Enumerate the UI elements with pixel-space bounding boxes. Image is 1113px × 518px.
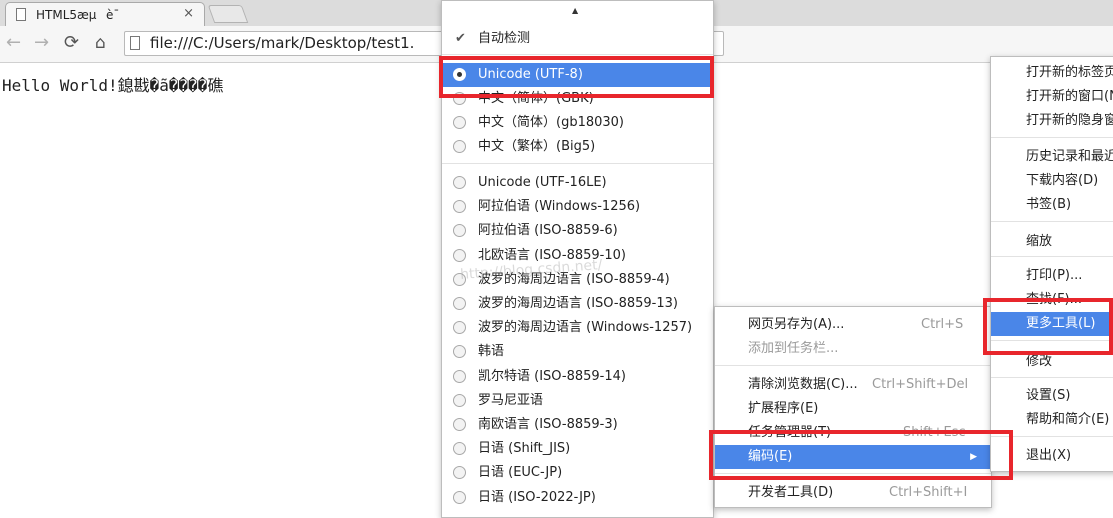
menu-item-extensions[interactable]: 扩展程序(E) [715,397,991,421]
menu-item-add-to-taskbar[interactable]: 添加到任务栏... [715,337,991,361]
radio-icon [453,490,466,504]
radio-icon [453,393,466,407]
menu-item-downloads[interactable]: 下载内容(D) [991,169,1113,193]
menu-item-settings[interactable]: 设置(S) [991,384,1113,408]
forward-arrow-icon[interactable]: → [34,32,49,53]
radio-icon [453,345,466,359]
menu-item-bookmarks[interactable]: 书签(B) [991,193,1113,217]
menu-item-zoom[interactable]: 缩放 [991,230,1113,254]
menu-item-encoding-option[interactable]: 阿拉伯语 (ISO-8859-6) [442,219,713,243]
radio-icon [453,321,466,335]
radio-icon [453,140,466,153]
menu-item-print[interactable]: 打印(P)... [991,264,1113,288]
page-favicon-icon [16,8,26,21]
menu-separator [991,377,1113,378]
menu-separator [442,54,713,55]
tab-title: HTML5æµè¯ [36,8,130,22]
radio-icon [453,248,466,262]
new-tab-button[interactable] [207,5,249,23]
radio-icon [453,116,466,129]
menu-item-help[interactable]: 帮助和简介(E) [991,408,1113,432]
radio-icon [453,176,466,189]
menu-item-gb18030[interactable]: 中文（简体）(gb18030) [442,111,713,135]
menu-item-encoding-option[interactable]: 日语 (Shift_JIS) [442,437,713,461]
menu-item-encoding-option[interactable]: 罗马尼亚语 [442,389,713,413]
menu-item-encoding-option[interactable]: 阿拉伯语 (Windows-1256) [442,195,713,219]
menu-separator [715,365,991,366]
checkmark-icon: ✔ [455,31,466,46]
radio-icon [453,418,466,431]
menu-separator [991,137,1113,138]
menu-item-encoding-option[interactable]: 日语 (ISO-2022-JP) [442,486,713,510]
home-icon[interactable]: ⌂ [95,33,106,53]
menu-item-encoding-option[interactable]: 波罗的海周边语言 (Windows-1257) [442,316,713,340]
menu-item-history[interactable]: 历史记录和最近 [991,145,1113,169]
browser-tab[interactable]: HTML5æµè¯ × [5,2,205,26]
annotation-box-encoding [709,430,1013,480]
close-tab-icon[interactable]: × [183,6,194,21]
page-icon [130,36,140,50]
menu-separator [991,221,1113,222]
radio-icon [453,224,466,238]
radio-icon [453,442,466,456]
menu-item-save-page-as[interactable]: 网页另存为(A)... Ctrl+S [715,313,991,337]
menu-item-new-window[interactable]: 打开新的窗口(N [991,85,1113,109]
menu-item-big5[interactable]: 中文（繁体）(Big5) [442,135,713,159]
radio-icon [453,466,466,480]
back-arrow-icon[interactable]: ← [6,32,21,53]
menu-item-encoding-option[interactable]: Unicode (UTF-16LE) [442,171,713,195]
menu-item-encoding-option[interactable]: 波罗的海周边语言 (ISO-8859-4) [442,268,713,292]
annotation-box-utf8 [439,56,714,98]
menu-item-encoding-option[interactable]: 北欧语言 (ISO-8859-10) [442,244,713,268]
radio-icon [453,200,466,214]
menu-item-developer-tools[interactable]: 开发者工具(D) Ctrl+Shift+I [715,481,991,505]
menu-item-encoding-option[interactable]: 日语 (EUC-JP) [442,461,713,485]
browser-main-menu: 打开新的标签页 打开新的窗口(N 打开新的隐身窗 历史记录和最近 下载内容(D)… [990,56,1113,472]
radio-icon [453,272,466,286]
menu-item-encoding-option[interactable]: 凯尔特语 (ISO-8859-14) [442,365,713,389]
menu-separator [442,163,713,164]
menu-item-clear-browsing-data[interactable]: 清除浏览数据(C)... Ctrl+Shift+Del [715,373,991,397]
radio-icon [453,369,466,383]
menu-item-new-tab[interactable]: 打开新的标签页 [991,61,1113,85]
page-body-text: Hello World!鎴戡�ã����礁 [2,76,224,95]
menu-item-encoding-option[interactable]: 波罗的海周边语言 (ISO-8859-13) [442,292,713,316]
annotation-box-more-tools [983,298,1113,355]
menu-item-auto-detect[interactable]: ✔ 自动检测 [442,27,713,51]
address-url: file:///C:/Users/mark/Desktop/test1. [150,34,415,52]
radio-icon [453,297,466,310]
reload-icon[interactable]: ⟳ [64,32,79,53]
menu-item-encoding-option[interactable]: 南欧语言 (ISO-8859-3) [442,413,713,437]
menu-item-new-incognito-window[interactable]: 打开新的隐身窗 [991,109,1113,133]
menu-separator [991,256,1113,257]
menu-item-encoding-option[interactable]: 韩语 [442,340,713,364]
scroll-up-arrow-icon[interactable]: ▲ [572,6,578,15]
